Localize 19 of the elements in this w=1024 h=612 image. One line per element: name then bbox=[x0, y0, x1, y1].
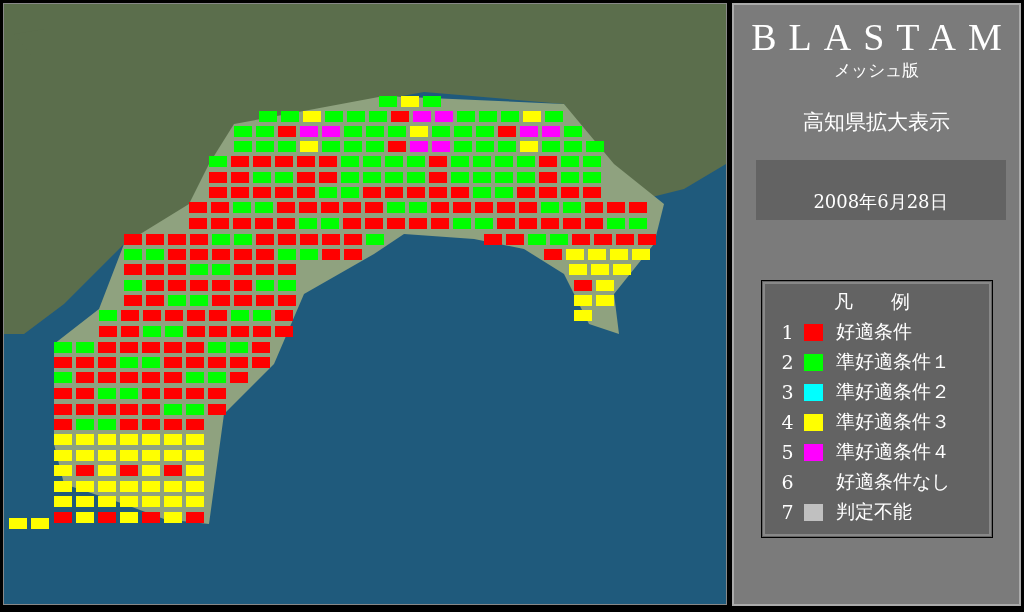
view-label: 高知県拡大表示 bbox=[803, 109, 950, 136]
legend-number: 4 bbox=[781, 411, 795, 433]
legend-number: 6 bbox=[781, 471, 795, 493]
legend-label: 準好適条件１ bbox=[835, 349, 950, 374]
legend-label: 準好適条件２ bbox=[835, 379, 950, 404]
legend-label: 好適条件なし bbox=[835, 469, 950, 494]
legend-label: 準好適条件３ bbox=[835, 409, 950, 434]
legend-label: 好適条件 bbox=[835, 319, 912, 344]
date-display: 2008年6月28日 bbox=[755, 160, 1006, 220]
legend-number: 7 bbox=[781, 501, 795, 523]
app-title: BLASTAM bbox=[751, 15, 1014, 59]
app-subtitle: メッシュ版 bbox=[834, 59, 919, 82]
legend-number: 5 bbox=[781, 441, 795, 463]
legend-number: 3 bbox=[781, 381, 795, 403]
legend-title: 凡 例 bbox=[832, 289, 911, 314]
legend-label: 準好適条件４ bbox=[835, 439, 950, 464]
legend-label: 判定不能 bbox=[835, 499, 912, 524]
legend-number: 1 bbox=[781, 321, 795, 343]
legend-number: 2 bbox=[781, 351, 795, 373]
